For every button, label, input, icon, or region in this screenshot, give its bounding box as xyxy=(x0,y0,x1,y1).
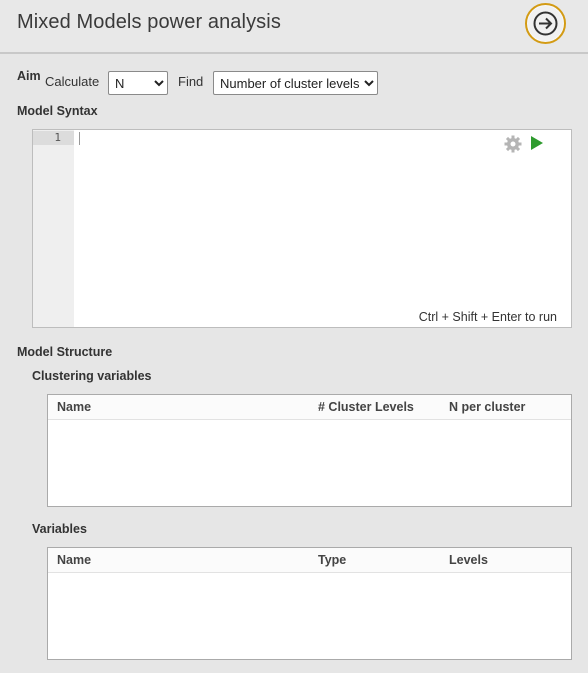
variables-table[interactable]: Name Type Levels xyxy=(47,547,572,660)
syntax-editor[interactable]: 1 Ctrl + Shift + Enter to run xyxy=(32,129,572,328)
aim-label: Aim xyxy=(17,69,41,83)
table-header: Name Type Levels xyxy=(48,548,571,573)
calculate-label: Calculate xyxy=(45,74,100,89)
panel-header: Mixed Models power analysis xyxy=(0,0,588,54)
column-header-n-per-cluster: N per cluster xyxy=(449,400,526,414)
model-structure-label: Model Structure xyxy=(17,345,113,359)
calculate-select[interactable]: N xyxy=(108,71,168,95)
column-header-name: Name xyxy=(57,400,92,414)
table-header: Name # Cluster Levels N per cluster xyxy=(48,395,571,420)
gear-icon[interactable] xyxy=(504,135,522,153)
clustering-variables-label: Clustering variables xyxy=(32,369,152,383)
editor-gutter xyxy=(33,130,74,327)
column-header-cluster-levels: # Cluster Levels xyxy=(318,400,414,414)
arrow-right-icon xyxy=(533,11,558,36)
column-header-levels: Levels xyxy=(449,553,488,567)
run-analysis-button[interactable] xyxy=(525,3,566,44)
find-select[interactable]: Number of cluster levels xyxy=(213,71,378,95)
line-number: 1 xyxy=(54,131,61,144)
find-label: Find xyxy=(178,74,204,89)
text-cursor xyxy=(79,132,80,145)
page-title: Mixed Models power analysis xyxy=(17,11,281,33)
clustering-variables-table[interactable]: Name # Cluster Levels N per cluster xyxy=(47,394,572,507)
variables-label: Variables xyxy=(32,522,87,536)
column-header-type: Type xyxy=(318,553,347,567)
play-icon[interactable] xyxy=(530,136,544,150)
model-syntax-label: Model Syntax xyxy=(17,104,98,118)
run-shortcut-hint: Ctrl + Shift + Enter to run xyxy=(418,310,557,324)
column-header-name: Name xyxy=(57,553,92,567)
